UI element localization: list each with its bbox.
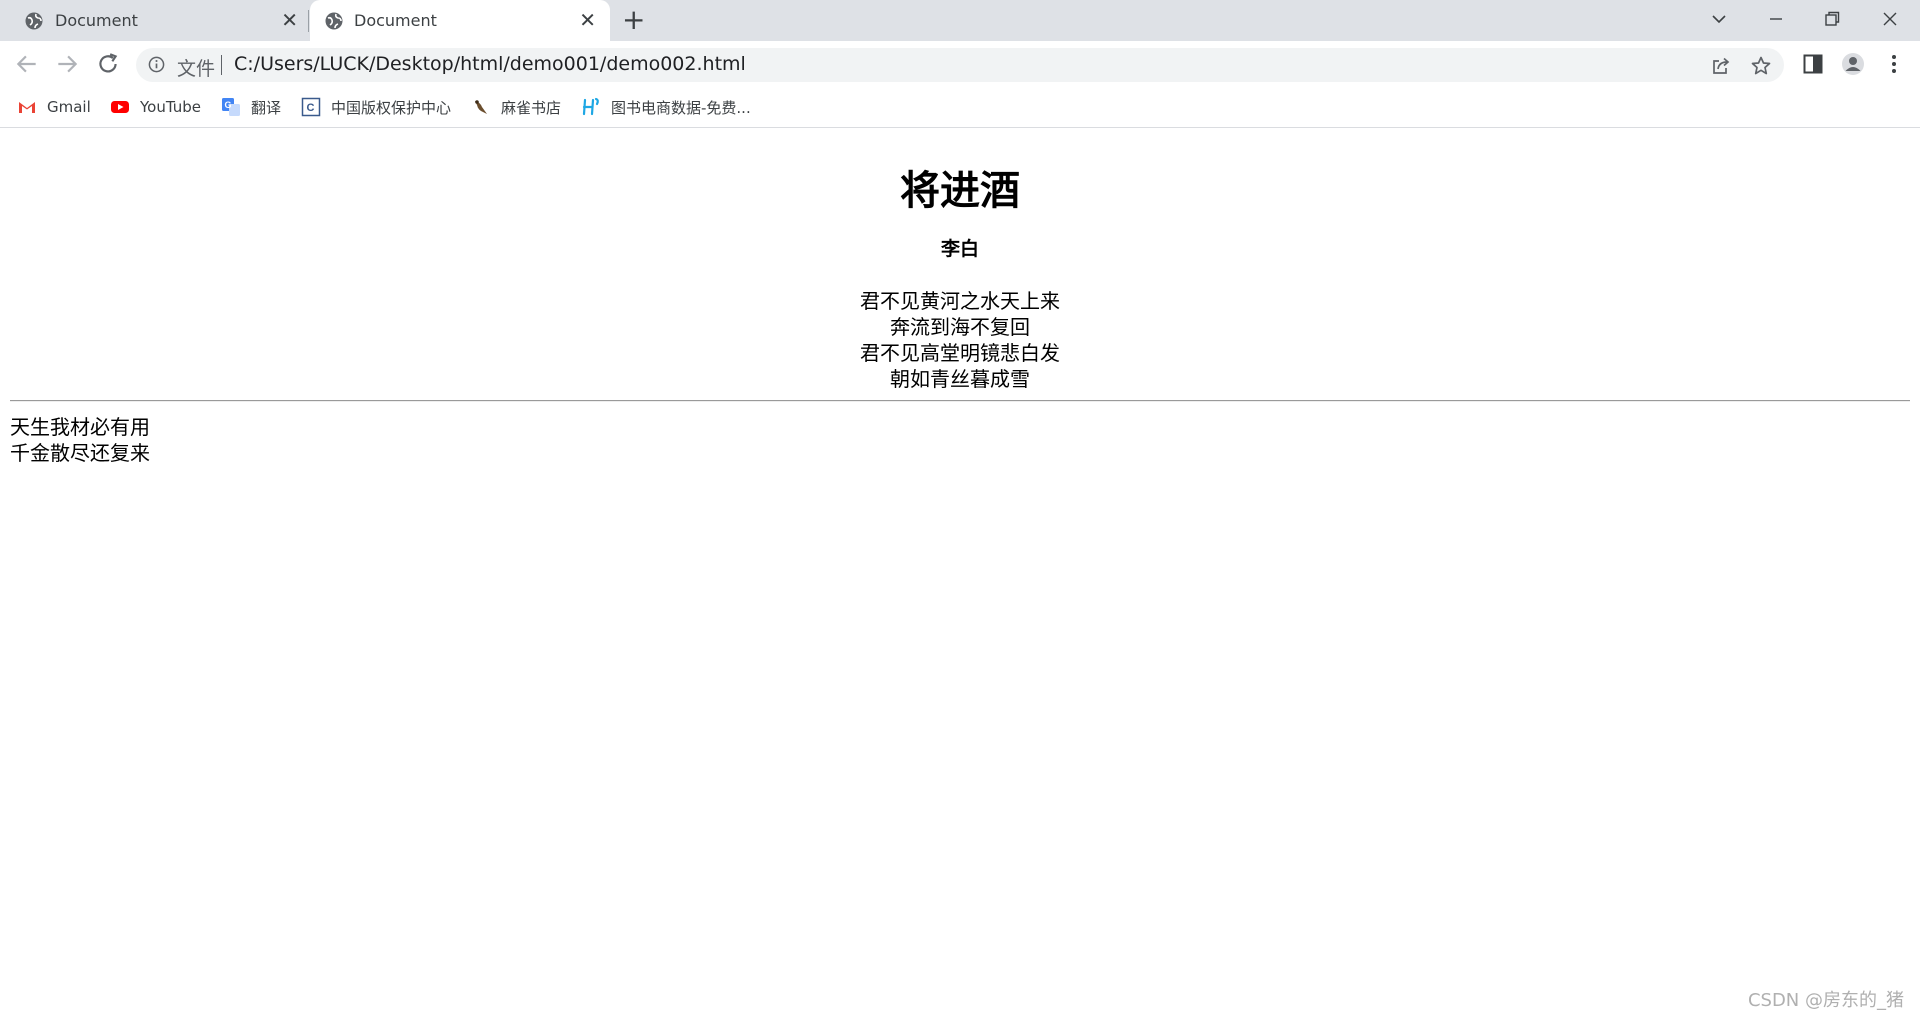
- browser-toolbar: 文件 C:/Users/LUCK/Desktop/html/demo001/de…: [0, 41, 1920, 88]
- globe-icon: [325, 12, 343, 30]
- tab-separator: [308, 10, 309, 32]
- copyright-center-icon: C: [301, 97, 321, 117]
- poem-title: 将进酒: [900, 168, 1020, 214]
- back-arrow-icon[interactable]: [14, 51, 40, 77]
- poem-line: 朝如青丝暮成雪: [890, 367, 1030, 391]
- poem-line: 奔流到海不复回: [890, 315, 1030, 339]
- poem-line: 天生我材必有用: [10, 415, 150, 439]
- security-label: 文件: [177, 58, 216, 80]
- tab-search-chevron-icon[interactable]: [1710, 10, 1728, 28]
- bookmark-star-icon[interactable]: [1750, 55, 1772, 77]
- share-icon[interactable]: [1710, 55, 1732, 77]
- close-tab-icon[interactable]: ✕: [579, 9, 596, 31]
- profile-avatar-icon[interactable]: [1841, 52, 1865, 76]
- book-data-icon: [582, 97, 599, 116]
- bookmark-sparrow-bookstore[interactable]: 麻雀书店: [471, 96, 561, 118]
- centered-poem-lines: 君不见黄河之水天上来 奔流到海不复回 君不见高堂明镜悲白发 朝如青丝暮成雪: [0, 288, 1920, 392]
- bookmark-label: 中国版权保护中心: [331, 98, 452, 117]
- translate-icon: G: [222, 98, 240, 116]
- poem-author: 李白: [940, 238, 979, 260]
- restore-icon[interactable]: [1823, 10, 1841, 28]
- tab-title: Document: [354, 11, 437, 30]
- poem-line: 君不见黄河之水天上来: [860, 289, 1060, 313]
- bookmark-book-data[interactable]: 图书电商数据-免费...: [581, 96, 751, 118]
- youtube-icon: [111, 101, 129, 113]
- minimize-icon[interactable]: [1767, 10, 1785, 28]
- gmail-icon: [19, 102, 35, 113]
- page-content: 将进酒 李白 君不见黄河之水天上来 奔流到海不复回 君不见高堂明镜悲白发 朝如青…: [0, 128, 1920, 1030]
- tab-strip: Document ✕ Document ✕ +: [0, 0, 1920, 41]
- address-bar[interactable]: 文件 C:/Users/LUCK/Desktop/html/demo001/de…: [136, 48, 1784, 82]
- bookmark-label: 图书电商数据-免费...: [611, 98, 751, 117]
- reload-icon[interactable]: [95, 51, 121, 77]
- bookmark-copyright-center[interactable]: C 中国版权保护中心: [301, 96, 451, 118]
- bookmark-label: Gmail: [47, 98, 91, 116]
- address-divider: [221, 55, 222, 75]
- info-icon[interactable]: [148, 56, 165, 73]
- poem-line: 千金散尽还复来: [10, 441, 150, 465]
- bookmarks-bar: Gmail YouTube G 翻译 C 中国版权保护中心 麻雀书店 图书电商数…: [0, 88, 1920, 128]
- svg-text:C: C: [307, 102, 315, 114]
- bookmark-gmail[interactable]: Gmail: [17, 96, 91, 118]
- forward-arrow-icon[interactable]: [54, 51, 80, 77]
- bookmark-label: YouTube: [140, 98, 201, 116]
- globe-icon: [25, 12, 43, 30]
- more-menu-icon[interactable]: [1882, 52, 1906, 76]
- close-tab-icon[interactable]: ✕: [281, 9, 298, 31]
- sparrow-icon: [475, 100, 487, 114]
- csdn-watermark: CSDN @房东的_猪: [1747, 990, 1904, 1011]
- close-window-icon[interactable]: [1881, 10, 1899, 28]
- tab-document-1[interactable]: Document ✕: [0, 0, 308, 41]
- bookmark-translate[interactable]: G 翻译: [221, 96, 281, 118]
- tab-title: Document: [55, 11, 138, 30]
- url-text[interactable]: C:/Users/LUCK/Desktop/html/demo001/demo0…: [234, 53, 746, 75]
- left-poem-lines: 天生我材必有用 千金散尽还复来: [10, 414, 150, 466]
- horizontal-rule: [10, 400, 1910, 402]
- bookmark-youtube[interactable]: YouTube: [110, 96, 201, 118]
- bookmark-label: 翻译: [251, 98, 282, 117]
- svg-text:G: G: [225, 100, 232, 110]
- poem-line: 君不见高堂明镜悲白发: [860, 341, 1060, 365]
- new-tab-icon[interactable]: +: [622, 6, 645, 34]
- side-panel-icon[interactable]: [1801, 52, 1825, 76]
- tab-document-2[interactable]: Document ✕: [310, 0, 610, 41]
- bookmark-label: 麻雀书店: [501, 98, 562, 117]
